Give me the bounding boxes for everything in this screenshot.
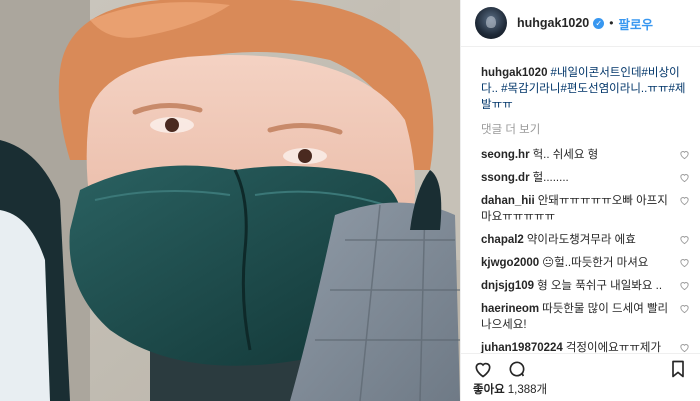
comment-item: haerineom 따듯한물 많이 드세여 빨리나으세요! xyxy=(481,301,690,333)
like-comment-heart-icon[interactable] xyxy=(679,257,690,268)
post-caption: huhgak1020 #내일이콘서트인데#비상이다.. #목감기라니#편도선염이라… xyxy=(481,65,690,113)
comment-text: 형 오늘 푹쉬구 내일봐요 .. xyxy=(537,280,663,292)
heart-icon[interactable] xyxy=(473,359,493,379)
comment-item: dahan_hii 안돼ㅠㅠㅠㅠㅠ오빠 아프지 마요ㅠㅠㅠㅠㅠ xyxy=(481,193,690,225)
comment-text: 약이라도챙겨무라 에효 xyxy=(526,234,636,246)
comment-item: dnjsjg109 형 오늘 푹쉬구 내일봐요 .. xyxy=(481,278,690,294)
comment-username[interactable]: kjwgo2000 xyxy=(481,257,539,269)
comment-username[interactable]: ssong.dr xyxy=(481,172,530,184)
comment-icon[interactable] xyxy=(507,359,527,379)
comment-username[interactable]: chapal2 xyxy=(481,234,524,246)
bookmark-icon[interactable] xyxy=(668,359,688,379)
like-comment-heart-icon[interactable] xyxy=(679,342,690,353)
post-actions-bar: 좋아요 1,388개 xyxy=(461,353,700,401)
like-comment-heart-icon[interactable] xyxy=(679,234,690,245)
view-more-comments-link[interactable]: 댓글 더 보기 xyxy=(481,121,690,137)
post-side-panel: huhgak1020 ✓ • 팔로우 huhgak1020 #내일이콘서트인데#비… xyxy=(460,0,700,401)
comment-username[interactable]: dahan_hii xyxy=(481,195,535,207)
comment-item: juhan19870224걱정이에요ㅠㅠ제가 좋아하는 각이형 편도선염이라니ㅠ… xyxy=(481,340,690,353)
comment-item: kjwgo2000 😐헐..따듯한거 마셔요 xyxy=(481,255,690,271)
like-comment-heart-icon[interactable] xyxy=(679,195,690,206)
like-comment-heart-icon[interactable] xyxy=(679,149,690,160)
verified-badge-icon: ✓ xyxy=(593,17,605,29)
separator-dot: • xyxy=(609,16,614,30)
comment-item: seong.hr 헉.. 쉬세요 형 xyxy=(481,147,690,163)
avatar[interactable] xyxy=(475,7,507,39)
comment-username[interactable]: seong.hr xyxy=(481,149,530,161)
comment-text: 헉.. 쉬세요 형 xyxy=(532,149,599,161)
likes-count: 1,388개 xyxy=(507,384,548,396)
like-comment-heart-icon[interactable] xyxy=(679,303,690,314)
comment-username[interactable]: dnjsjg109 xyxy=(481,280,534,292)
like-comment-heart-icon[interactable] xyxy=(679,172,690,183)
comment-username[interactable]: juhan19870224 xyxy=(481,342,563,353)
comment-username[interactable]: haerineom xyxy=(481,303,539,315)
comment-item: chapal2 약이라도챙겨무라 에효 xyxy=(481,232,690,248)
comments-list[interactable]: huhgak1020 #내일이콘서트인데#비상이다.. #목감기라니#편도선염이라… xyxy=(461,58,700,353)
action-icons-row xyxy=(473,354,688,384)
like-comment-heart-icon[interactable] xyxy=(679,280,690,291)
selfie-illustration xyxy=(0,0,460,401)
username-link[interactable]: huhgak1020 xyxy=(517,16,589,30)
caption-username[interactable]: huhgak1020 xyxy=(481,67,547,79)
comment-text: 😐헐..따듯한거 마셔요 xyxy=(542,257,649,269)
post-header: huhgak1020 ✓ • 팔로우 xyxy=(461,0,700,47)
follow-button[interactable]: 팔로우 xyxy=(618,14,653,33)
post-photo[interactable] xyxy=(0,0,460,401)
likes-summary[interactable]: 좋아요 1,388개 xyxy=(473,381,688,397)
likes-label: 좋아요 xyxy=(473,384,505,396)
comment-text: 헐........ xyxy=(532,172,569,184)
comment-item: ssong.dr 헐........ xyxy=(481,170,690,186)
